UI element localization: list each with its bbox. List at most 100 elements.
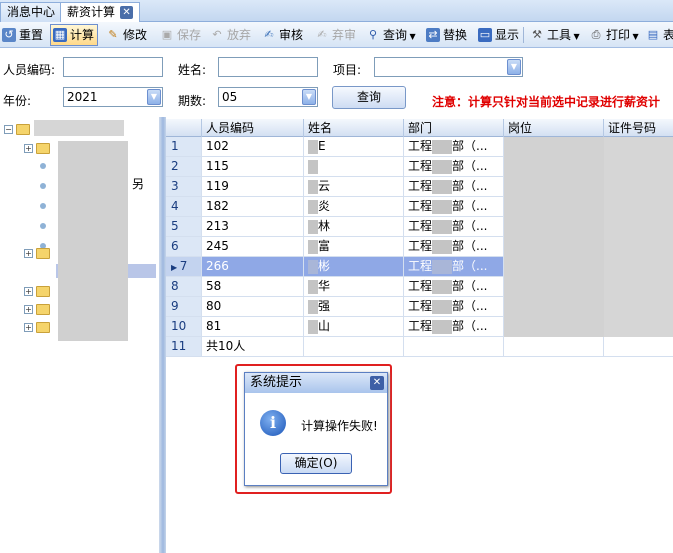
- redacted-text: [308, 319, 318, 334]
- tab-bar: 消息中心 薪资计算 ✕: [0, 0, 673, 22]
- discard-button[interactable]: ↶ 放弃: [208, 25, 251, 45]
- expand-icon[interactable]: +: [24, 323, 33, 332]
- year-select[interactable]: 2021 ▼: [63, 87, 163, 107]
- department-tree[interactable]: − + + + + + 另: [0, 117, 160, 553]
- folder-icon: [36, 322, 50, 333]
- name-input[interactable]: [218, 57, 318, 77]
- cell-department: 工程 部（...: [404, 297, 504, 317]
- query-button[interactable]: 查询: [332, 86, 406, 109]
- replace-button[interactable]: ⇄ 替换: [424, 25, 467, 45]
- grid-header: 人员编码 姓名 部门 岗位 证件号码: [166, 119, 673, 137]
- tab-message-center[interactable]: 消息中心: [0, 2, 63, 22]
- save-icon: ▣: [161, 28, 173, 41]
- app-root: 消息中心 薪资计算 ✕ ↺ 重置 ▦ 计算 ✎ 修改 ▣ 保存 ↶ 放弃 ✍ 审核 ✍ 弃审 ⚲…: [0, 0, 673, 553]
- button-label: 表: [663, 28, 673, 42]
- folder-open-icon: [16, 124, 30, 135]
- cell-name-tail: 山: [318, 319, 331, 333]
- redacted-text: [432, 219, 453, 234]
- collapse-icon[interactable]: −: [4, 125, 13, 134]
- row-number: 8: [166, 277, 202, 297]
- chevron-down-icon[interactable]: ▼: [147, 89, 161, 105]
- redacted-text: [58, 141, 128, 341]
- dialog-title-text: 系统提示: [250, 375, 303, 390]
- tools-dropdown-button[interactable]: ⚒ 工具 ▼: [528, 25, 580, 45]
- cell-name: 强: [304, 297, 404, 317]
- table-icon: ▤: [647, 28, 659, 41]
- reset-button[interactable]: ↺ 重置: [0, 25, 43, 45]
- approve-button[interactable]: ✍ 审核: [260, 25, 303, 45]
- cell-emp-code: 81: [202, 317, 304, 337]
- redacted-text: [308, 239, 318, 254]
- redacted-text: [308, 159, 318, 174]
- system-message-dialog: 系统提示 ✕ i 计算操作失败! 确定(O): [244, 372, 388, 486]
- item-select[interactable]: ▼: [374, 57, 523, 77]
- expand-icon[interactable]: +: [24, 305, 33, 314]
- cell-name: [304, 157, 404, 177]
- notice-text: 注意：计算只针对当前选中记录进行薪资计: [432, 95, 661, 109]
- name-label: 姓名:: [178, 63, 207, 77]
- button-label: 显示: [495, 28, 520, 42]
- unapprove-button[interactable]: ✍ 弃审: [313, 25, 356, 45]
- cell-name-tail: 富: [318, 239, 331, 253]
- query-dropdown-button[interactable]: ⚲ 查询 ▼: [364, 25, 416, 45]
- column-header-name[interactable]: 姓名: [304, 119, 404, 137]
- cell-department-text: 工程: [408, 299, 433, 313]
- cell-name-tail: 强: [318, 299, 331, 313]
- row-number: 2: [166, 157, 202, 177]
- footer-cell: [404, 337, 504, 357]
- expand-icon[interactable]: +: [24, 144, 33, 153]
- close-icon[interactable]: ✕: [120, 6, 134, 19]
- close-icon[interactable]: ✕: [370, 376, 384, 390]
- footer-count: 共10人: [202, 337, 304, 357]
- column-header-position[interactable]: 岗位: [504, 119, 604, 137]
- tools-icon: ⚒: [532, 28, 542, 41]
- row-number-text: 7: [179, 259, 188, 273]
- cell-emp-code: 58: [202, 277, 304, 297]
- row-pointer-icon: ▶: [171, 263, 180, 272]
- print-dropdown-button[interactable]: ⎙ 打印 ▼: [587, 25, 639, 45]
- tab-salary-calculation[interactable]: 薪资计算 ✕: [60, 2, 141, 22]
- save-button[interactable]: ▣ 保存: [158, 25, 201, 45]
- ok-button[interactable]: 确定(O): [280, 453, 352, 474]
- row-number: 6: [166, 237, 202, 257]
- row-number: 1: [166, 137, 202, 157]
- calculate-button[interactable]: ▦ 计算: [50, 24, 99, 46]
- search-icon: ⚲: [368, 28, 378, 41]
- column-header-department[interactable]: 部门: [404, 119, 504, 137]
- redacted-text: [34, 120, 124, 136]
- edit-button[interactable]: ✎ 修改: [104, 25, 147, 45]
- expand-icon[interactable]: +: [24, 249, 33, 258]
- replace-icon: ⇄: [426, 28, 440, 42]
- chevron-down-icon[interactable]: ▼: [302, 89, 316, 105]
- column-header-id-number[interactable]: 证件号码: [604, 119, 673, 137]
- cell-emp-code: 80: [202, 297, 304, 317]
- tab-label: 薪资计算: [67, 5, 116, 19]
- emp-code-input[interactable]: [63, 57, 163, 77]
- edit-icon: ✎: [108, 28, 118, 41]
- period-select[interactable]: 05 ▼: [218, 87, 318, 107]
- cell-department-text: 工程: [408, 239, 433, 253]
- table-button[interactable]: ▤ 表: [644, 25, 673, 45]
- chevron-down-icon[interactable]: ▼: [507, 59, 521, 75]
- display-button[interactable]: ▭ 显示: [476, 25, 519, 45]
- emp-code-label: 人员编码:: [3, 63, 56, 77]
- cell-department-tail: 部（...: [452, 139, 488, 153]
- tab-label: 消息中心: [7, 5, 56, 19]
- cell-department-tail: 部（...: [452, 319, 488, 333]
- dialog-title: 系统提示 ✕: [245, 373, 387, 393]
- cell-name-tail: 炎: [318, 199, 331, 213]
- cell-department: 工程 部（...: [404, 137, 504, 157]
- toolbar-separator: [523, 27, 524, 43]
- redacted-text: [432, 199, 453, 214]
- cell-department: 工程 部（...: [404, 157, 504, 177]
- chevron-down-icon: ▼: [407, 32, 416, 41]
- calculator-icon: ▦: [53, 28, 67, 42]
- column-header-emp-code[interactable]: 人员编码: [202, 119, 304, 137]
- table-footer-row: 11 共10人: [166, 337, 673, 357]
- expand-icon[interactable]: +: [24, 287, 33, 296]
- cell-department: 工程 部（...: [404, 257, 504, 277]
- folder-icon: [36, 248, 50, 259]
- redacted-text: [432, 299, 453, 314]
- row-number: ▶ 7: [166, 257, 202, 277]
- cell-department-text: 工程: [408, 159, 433, 173]
